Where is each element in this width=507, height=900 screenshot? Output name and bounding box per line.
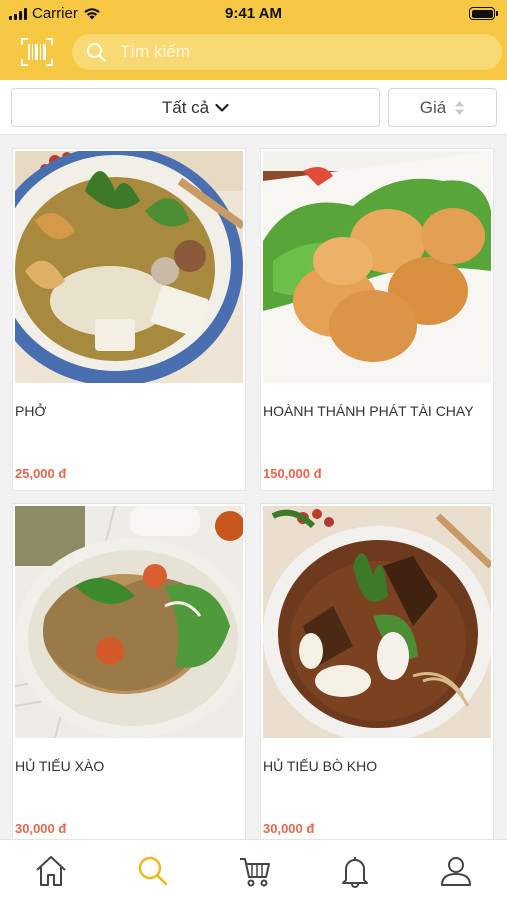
price-sort-label: Giá [419, 97, 447, 117]
search-placeholder: Tìm kiếm [120, 42, 190, 61]
search-icon [87, 43, 106, 62]
product-card[interactable]: HOÀNH THÁNH PHÁT TÀI CHAY 150,000 đ [260, 148, 494, 491]
category-filter-label: Tất cả [161, 97, 210, 117]
product-card[interactable]: HỦ TIẾU XÀO 30,000 đ [12, 503, 246, 839]
sort-icon [455, 100, 465, 115]
chevron-down-icon [215, 103, 229, 112]
product-price: 25,000 đ [15, 466, 67, 481]
product-image-hoanh-thanh [263, 151, 491, 383]
search-input[interactable]: Tìm kiếm [72, 34, 502, 70]
search-icon [138, 856, 168, 886]
product-grid: PHỞ 25,000 đ HOÀNH THÁNH PHÁT TÀI CHAY 1… [0, 135, 507, 839]
product-card[interactable]: PHỞ 25,000 đ [12, 148, 246, 491]
product-card[interactable]: HỦ TIẾU BÒ KHO 30,000 đ [260, 503, 494, 839]
bell-icon [342, 857, 368, 888]
clock: 9:41 AM [225, 5, 282, 22]
category-filter-dropdown[interactable]: Tất cả [11, 88, 380, 127]
tab-search[interactable] [136, 854, 170, 888]
product-image-hu-tieu-bo-kho [263, 506, 491, 738]
product-price: 30,000 đ [263, 821, 315, 836]
home-icon [36, 856, 66, 886]
cart-icon [240, 858, 270, 887]
user-icon [441, 857, 471, 886]
product-name: PHỞ [15, 403, 47, 419]
battery-icon [469, 7, 498, 20]
filter-bar: Tất cả Giá [0, 80, 507, 135]
tab-cart[interactable] [238, 854, 272, 888]
barcode-scan-button[interactable] [20, 37, 54, 67]
product-image-hu-tieu-xao [15, 506, 243, 738]
tab-home[interactable] [34, 854, 68, 888]
product-name: HỦ TIẾU XÀO [15, 758, 105, 774]
product-price: 30,000 đ [15, 821, 67, 836]
barcode-icon [21, 38, 53, 66]
product-name: HỦ TIẾU BÒ KHO [263, 758, 378, 774]
price-sort-button[interactable]: Giá [388, 88, 497, 127]
bottom-tab-bar [0, 839, 507, 900]
product-price: 150,000 đ [263, 466, 322, 481]
tab-profile[interactable] [439, 854, 473, 888]
product-image-pho [15, 151, 243, 383]
product-name: HOÀNH THÁNH PHÁT TÀI CHAY [263, 403, 474, 419]
status-bar: Carrier 9:41 AM [0, 0, 507, 28]
app-header: Carrier 9:41 AM Tìm kiếm [0, 0, 507, 80]
tab-notifications[interactable] [338, 854, 372, 888]
